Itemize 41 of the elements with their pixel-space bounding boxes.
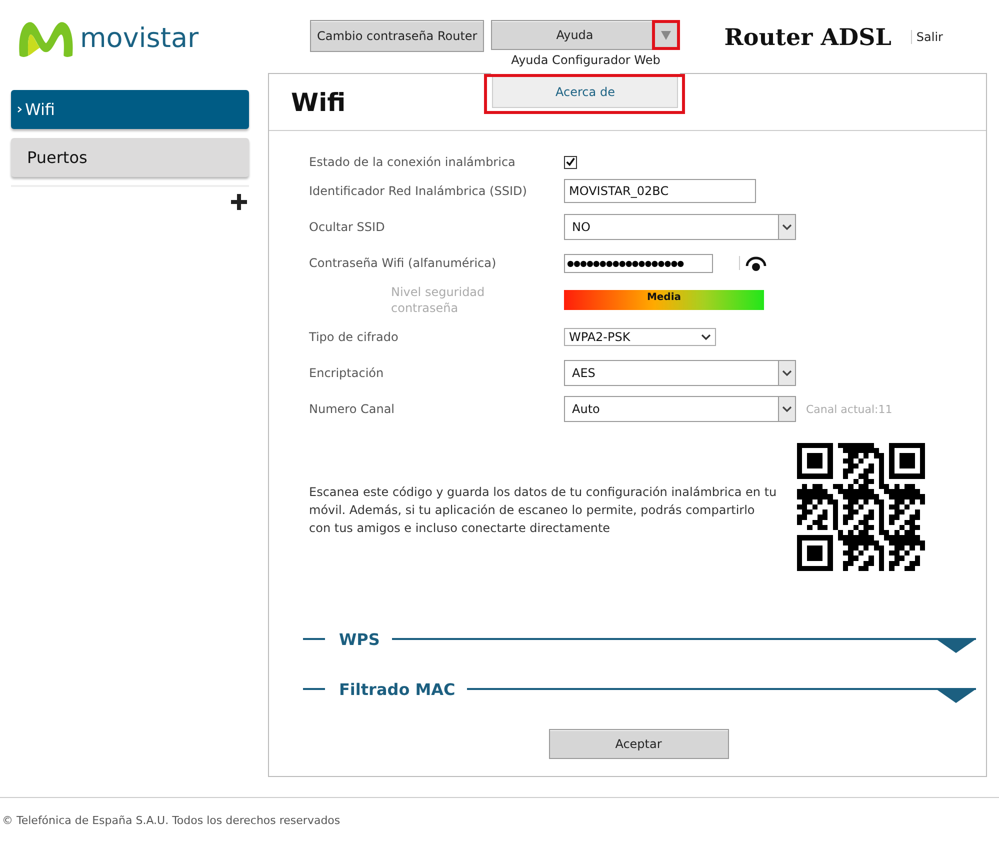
panel-title: Wifi bbox=[291, 88, 346, 116]
product-title: Router ADSL bbox=[724, 24, 892, 51]
copyright-text: © Telefónica de España S.A.U. Todos los derechos reservados bbox=[2, 814, 340, 827]
ssid-field[interactable]: MOVISTAR_02BC bbox=[564, 179, 756, 203]
field-label: Ocultar SSID bbox=[309, 220, 386, 234]
caret-icon[interactable] bbox=[782, 405, 792, 413]
field-label: Nivel seguridad contraseña bbox=[391, 284, 486, 316]
caret-icon[interactable] bbox=[701, 333, 711, 341]
sidebar-item[interactable]: Wifi bbox=[11, 90, 249, 129]
qr-description: Escanea este código y guarda los datos de tu configuración inalámbrica en tu móvil. Además, si tu aplicación de escaneo lo permite, podrás compartirlo con tus amigos e incluso conectarte directamente bbox=[309, 484, 778, 537]
field-label: Encriptación bbox=[309, 366, 385, 380]
field-label: Estado de la conexión inalámbrica bbox=[309, 155, 516, 169]
logout-link[interactable]: Salir bbox=[911, 30, 943, 44]
eye-icon[interactable] bbox=[745, 256, 767, 272]
sidebar-item[interactable]: Puertos bbox=[11, 138, 249, 177]
channel-note: Canal actual:11 bbox=[806, 402, 892, 416]
triangle-icon[interactable] bbox=[936, 639, 976, 653]
accept-button[interactable]: Aceptar bbox=[548, 729, 728, 759]
field-label: Identificador Red Inalámbrica (SSID) bbox=[309, 184, 528, 198]
field-label: Tipo de cifrado bbox=[309, 330, 400, 344]
change-password-button[interactable]: Cambio contraseña Router bbox=[310, 20, 484, 52]
chevron-icon bbox=[17, 106, 22, 113]
logo-text: movistar bbox=[80, 22, 199, 54]
menu-item[interactable]: Ayuda Configurador Web bbox=[491, 50, 680, 70]
caret-icon[interactable] bbox=[782, 223, 792, 231]
section-toggle[interactable]: Filtrado MAC bbox=[339, 680, 456, 698]
select-field[interactable]: AES bbox=[564, 360, 796, 386]
checkbox[interactable] bbox=[564, 156, 577, 168]
field-label: Numero Canal bbox=[309, 402, 396, 416]
plus-icon[interactable] bbox=[231, 194, 247, 210]
select-field[interactable]: NO bbox=[564, 214, 796, 240]
section-toggle[interactable]: WPS bbox=[339, 630, 380, 648]
strength-bar: Media bbox=[564, 290, 764, 310]
select-field[interactable]: Auto bbox=[564, 396, 796, 422]
password-field[interactable]: ●●●●●●●●●●●●●●●●●● bbox=[564, 254, 713, 272]
triangle-icon[interactable] bbox=[936, 689, 976, 703]
select-field[interactable]: WPA2-PSK bbox=[564, 328, 716, 346]
field-label: Contraseña Wifi (alfanumérica) bbox=[309, 256, 498, 270]
qr-code-icon bbox=[797, 443, 925, 571]
caret-icon[interactable] bbox=[782, 369, 792, 377]
menu-item[interactable]: Acerca de bbox=[492, 76, 678, 108]
